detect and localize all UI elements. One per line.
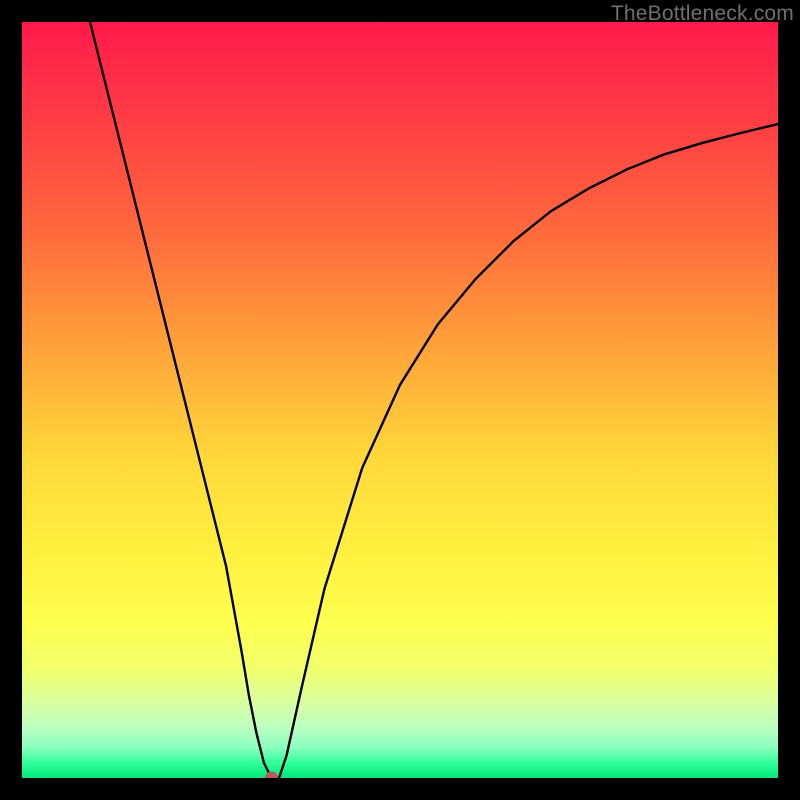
chart-frame: TheBottleneck.com — [0, 0, 800, 800]
bottleneck-curve — [90, 22, 778, 778]
watermark-text: TheBottleneck.com — [611, 2, 794, 26]
optimum-marker — [265, 772, 277, 778]
chart-svg — [22, 22, 778, 778]
chart-plot-area — [22, 22, 778, 778]
